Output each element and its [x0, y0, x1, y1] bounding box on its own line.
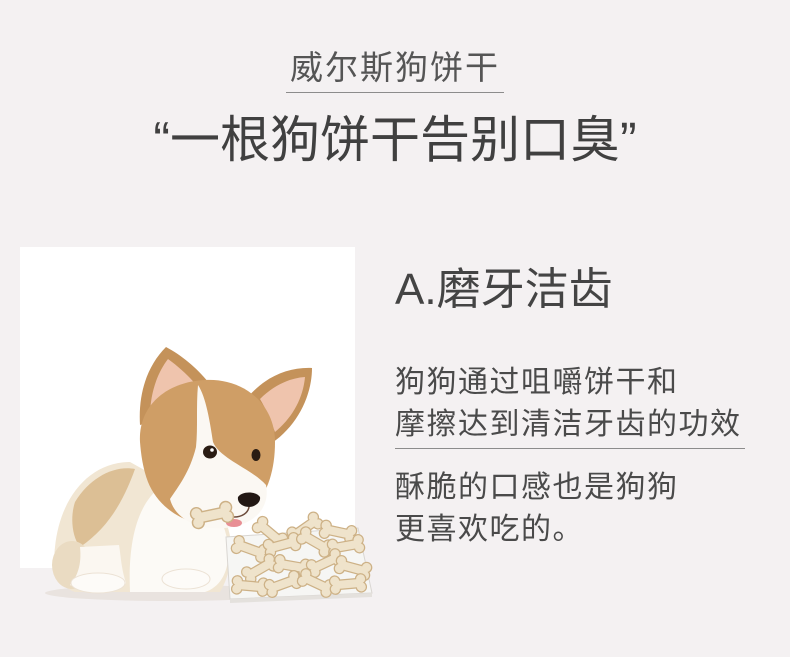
brand-header: 威尔斯狗饼干 — [0, 48, 790, 93]
feature-paragraph-1: 狗狗通过咀嚼饼干和 摩擦达到清洁牙齿的功效 — [395, 362, 745, 449]
paw-left — [70, 572, 126, 594]
text-line: 摩擦达到清洁牙齿的功效 — [395, 408, 742, 441]
brand-title: 威尔斯狗饼干 — [286, 48, 504, 93]
text-line: 狗狗通过咀嚼饼干和 — [395, 366, 679, 399]
biscuit-tray — [225, 511, 372, 603]
corgi-puppy-photo — [45, 347, 380, 603]
text-line: 酥脆的口感也是狗狗 — [395, 471, 679, 504]
headline: “一根狗饼干告别口臭” — [153, 112, 637, 168]
feature-heading: A.磨牙洁齿 — [395, 265, 613, 314]
eye-left — [203, 445, 217, 459]
feature-paragraph-2: 酥脆的口感也是狗狗 更喜欢吃的。 — [395, 467, 745, 551]
paw-right — [161, 568, 211, 590]
text-line: 更喜欢吃的。 — [395, 513, 584, 546]
eye-highlight — [210, 448, 214, 452]
eye-right — [251, 449, 261, 461]
